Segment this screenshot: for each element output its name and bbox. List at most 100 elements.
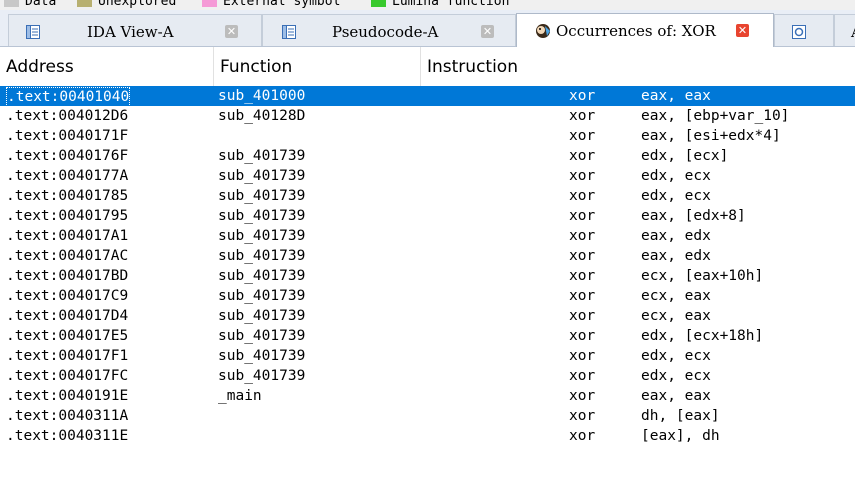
column-header-address[interactable]: Address (0, 47, 214, 87)
tab-pseudocode-a[interactable]: Pseudocode-A ✕ (262, 14, 516, 46)
function-cell: sub_401739 (218, 188, 306, 204)
function-cell: sub_401739 (218, 308, 306, 324)
mnemonic-cell: xor (569, 388, 596, 404)
column-header-function[interactable]: Function (214, 47, 421, 87)
legend-item-lumina-function: Lumina function (371, 0, 509, 9)
close-icon[interactable]: ✕ (225, 25, 238, 38)
close-icon[interactable]: ✕ (736, 24, 749, 37)
mnemonic-cell: xor (569, 308, 596, 324)
table-row[interactable]: .text:00401795 sub_401739 xor eax, [edx+8] (0, 206, 855, 226)
mnemonic-cell: xor (569, 428, 596, 444)
operands-cell: eax, eax (641, 88, 711, 104)
function-cell: sub_401739 (218, 328, 306, 344)
operands-cell: dh, [eax] (641, 408, 720, 424)
table-row[interactable]: .text:0040311A xor dh, [eax] (0, 406, 855, 426)
tab-bar: IDA View-A ✕ Pseudocode-A ✕ Occurrences … (0, 10, 855, 47)
table-row[interactable]: .text:004017AC sub_401739 xor eax, edx (0, 246, 855, 266)
operands-cell: ecx, [eax+10h] (641, 268, 764, 284)
legend-swatch (4, 0, 19, 7)
mnemonic-cell: xor (569, 168, 596, 184)
operands-cell: ecx, eax (641, 288, 711, 304)
address-cell: .text:0040311E (6, 428, 129, 444)
mnemonic-cell: xor (569, 228, 596, 244)
table-row[interactable]: .text:0040191E _main xor eax, eax (0, 386, 855, 406)
operands-cell: ecx, eax (641, 308, 711, 324)
address-cell: .text:0040171F (6, 128, 129, 144)
function-cell: sub_401739 (218, 248, 306, 264)
mnemonic-cell: xor (569, 108, 596, 124)
function-cell: sub_401000 (218, 88, 306, 104)
legend-swatch (77, 0, 92, 7)
function-cell: sub_401739 (218, 148, 306, 164)
address-cell: .text:004012D6 (6, 108, 129, 124)
tab-structures[interactable]: A (834, 14, 855, 46)
operands-cell: eax, edx (641, 228, 711, 244)
function-cell: sub_401739 (218, 208, 306, 224)
mnemonic-cell: xor (569, 408, 596, 424)
tab-ida-view-a[interactable]: IDA View-A ✕ (8, 14, 262, 46)
operands-cell: edx, [ecx] (641, 148, 729, 164)
legend-label: Data (25, 0, 57, 9)
column-header-instruction[interactable]: Instruction (421, 47, 855, 87)
table-row[interactable]: .text:004017FC sub_401739 xor edx, ecx (0, 366, 855, 386)
address-cell: .text:0040311A (6, 408, 129, 424)
mnemonic-cell: xor (569, 148, 596, 164)
legend-item-external-symbol: External symbol (202, 0, 341, 9)
table-row[interactable]: .text:004017F1 sub_401739 xor edx, ecx (0, 346, 855, 366)
legend-label: External symbol (223, 0, 341, 9)
mnemonic-cell: xor (569, 288, 596, 304)
table-row[interactable]: .text:0040171F xor eax, [esi+edx*4] (0, 126, 855, 146)
function-cell: _main (218, 388, 262, 404)
table-row[interactable]: .text:004012D6 sub_40128D xor eax, [ebp+var… (0, 106, 855, 126)
table-row[interactable]: .text:00401040 sub_401000 xor eax, eax (0, 86, 855, 107)
mnemonic-cell: xor (569, 208, 596, 224)
operands-cell: eax, [ebp+var_10] (641, 108, 790, 124)
function-cell: sub_401739 (218, 268, 306, 284)
table-row[interactable]: .text:004017A1 sub_401739 xor eax, edx (0, 226, 855, 246)
column-header-label: Function (220, 57, 293, 77)
address-cell: .text:004017AC (6, 248, 129, 264)
table-row[interactable]: .text:004017BD sub_401739 xor ecx, [eax+10h… (0, 266, 855, 286)
address-cell: .text:0040177A (6, 168, 129, 184)
address-cell: .text:004017FC (6, 368, 129, 384)
address-cell: .text:004017BD (6, 268, 129, 284)
function-cell: sub_401739 (218, 288, 306, 304)
mnemonic-cell: xor (569, 368, 596, 384)
tab-label: Pseudocode-A (332, 23, 439, 41)
address-cell: .text:0040176F (6, 148, 129, 164)
function-cell: sub_401739 (218, 228, 306, 244)
address-cell: .text:004017A1 (6, 228, 129, 244)
table-row[interactable]: .text:0040311E xor [eax], dh (0, 426, 855, 446)
mnemonic-cell: xor (569, 348, 596, 364)
function-cell: sub_40128D (218, 108, 306, 124)
table-row[interactable]: .text:004017E5 sub_401739 xor edx, [ecx+18h… (0, 326, 855, 346)
table-row[interactable]: .text:004017D4 sub_401739 xor ecx, eax (0, 306, 855, 326)
tab-hex-view[interactable] (774, 14, 834, 46)
tab-occurrences-of-xor[interactable]: Occurrences of: XOR ✕ (516, 13, 774, 47)
mnemonic-cell: xor (569, 128, 596, 144)
address-cell: .text:004017E5 (6, 328, 129, 344)
legend-label: Unexplored (98, 0, 177, 9)
operands-cell: edx, ecx (641, 368, 711, 384)
table-row[interactable]: .text:0040177A sub_401739 xor edx, ecx (0, 166, 855, 186)
column-header-row: Address Function Instruction (0, 47, 855, 88)
column-header-label: Instruction (427, 57, 518, 77)
operands-cell: edx, [ecx+18h] (641, 328, 764, 344)
table-row[interactable]: .text:004017C9 sub_401739 xor ecx, eax (0, 286, 855, 306)
legend-swatch (202, 0, 217, 7)
table-row[interactable]: .text:00401785 sub_401739 xor edx, ecx (0, 186, 855, 206)
table-row[interactable]: .text:0040176F sub_401739 xor edx, [ecx] (0, 146, 855, 166)
column-header-label: Address (6, 57, 74, 77)
legend-swatch (371, 0, 386, 7)
mnemonic-cell: xor (569, 88, 596, 104)
mnemonic-cell: xor (569, 248, 596, 264)
mnemonic-cell: xor (569, 328, 596, 344)
address-cell: .text:00401785 (6, 188, 129, 204)
address-cell: .text:004017C9 (6, 288, 129, 304)
operands-cell: [eax], dh (641, 428, 720, 444)
hex-view-icon (792, 25, 806, 39)
legend-item-data: Data (4, 0, 57, 9)
legend-item-unexplored: Unexplored (77, 0, 177, 9)
function-cell: sub_401739 (218, 348, 306, 364)
close-icon[interactable]: ✕ (481, 25, 494, 38)
